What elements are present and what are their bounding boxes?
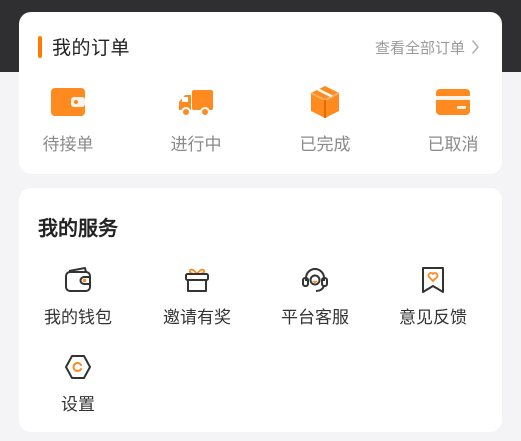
my-orders-card: 我的订单 查看全部订单 待接单 进行中 已完成 已取消 — [19, 12, 502, 174]
service-label: 平台客服 — [281, 308, 349, 328]
service-label: 我的钱包 — [44, 308, 112, 328]
service-wallet[interactable]: 我的钱包 — [28, 263, 128, 335]
order-status-label: 已完成 — [299, 135, 351, 155]
service-label: 意见反馈 — [399, 308, 467, 328]
order-status-label: 进行中 — [170, 135, 222, 155]
order-status-label: 已取消 — [427, 135, 479, 155]
order-status-in-progress[interactable]: 进行中 — [151, 84, 241, 164]
order-status-cancelled[interactable]: 已取消 — [408, 84, 498, 164]
services-title: 我的服务 — [38, 216, 118, 240]
headset-icon — [298, 263, 332, 297]
service-label: 邀请有奖 — [163, 308, 231, 328]
order-status-pending[interactable]: 待接单 — [23, 84, 113, 164]
orders-header: 我的订单 查看全部订单 — [19, 12, 502, 76]
orders-title: 我的订单 — [52, 37, 131, 59]
view-all-orders-label: 查看全部订单 — [374, 38, 465, 57]
service-feedback[interactable]: 意见反馈 — [383, 263, 483, 335]
order-status-row: 待接单 进行中 已完成 已取消 — [19, 84, 502, 164]
wallet-box-icon — [48, 84, 88, 120]
order-status-label: 待接单 — [42, 135, 94, 155]
wallet-icon — [61, 263, 95, 297]
my-services-card: 我的服务 我的钱包 邀请有奖 平台客服 意见反馈 设置 — [19, 188, 502, 432]
service-invite-rewards[interactable]: 邀请有奖 — [147, 263, 247, 335]
delivery-truck-icon — [176, 84, 216, 120]
service-customer-support[interactable]: 平台客服 — [265, 263, 365, 335]
feedback-heart-icon — [416, 263, 450, 297]
gift-icon — [180, 263, 214, 297]
settings-icon — [61, 350, 95, 384]
chevron-right-icon — [472, 40, 479, 54]
package-box-icon — [305, 84, 345, 120]
service-label: 设置 — [61, 395, 95, 415]
service-settings[interactable]: 设置 — [28, 350, 128, 422]
order-status-completed[interactable]: 已完成 — [280, 84, 370, 164]
title-accent-bar — [38, 36, 42, 58]
view-all-orders-link[interactable]: 查看全部订单 — [375, 37, 480, 57]
card-icon — [433, 84, 473, 120]
